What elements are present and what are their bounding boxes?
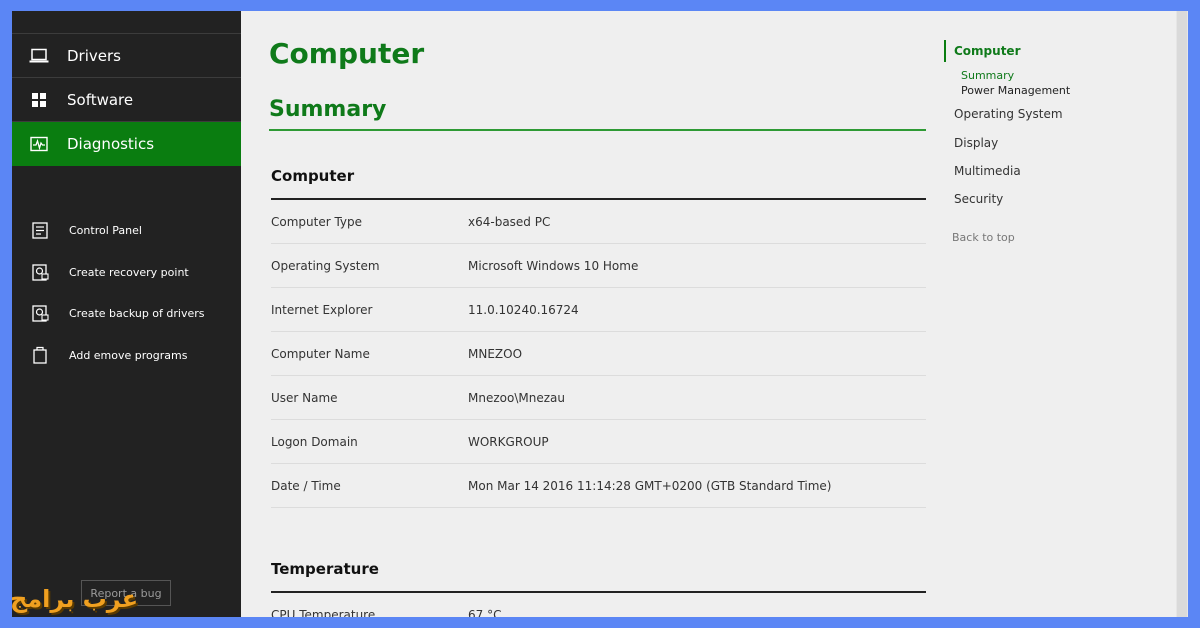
row-key: Logon Domain — [271, 434, 358, 449]
scrollbar-thumb[interactable] — [1177, 11, 1187, 617]
tool-create-recovery-point-label: Create recovery point — [69, 265, 189, 279]
nav-software-label: Software — [67, 90, 134, 109]
table-row: CPU Temperature 67 °C — [271, 593, 926, 618]
drive-restore-icon — [31, 263, 49, 281]
programs-box-icon — [31, 346, 49, 364]
row-value: MNEZOO — [468, 346, 523, 361]
tool-add-remove-programs[interactable]: Add emove programs — [12, 343, 241, 367]
nav-diagnostics-label: Diagnostics — [67, 135, 155, 153]
nav-diagnostics[interactable]: Diagnostics — [12, 122, 241, 166]
tool-create-backup-drivers-label: Create backup of drivers — [69, 306, 205, 320]
section-title: Summary — [269, 97, 387, 122]
tool-create-backup-drivers[interactable]: Create backup of drivers — [12, 301, 241, 325]
table-row: Operating System Microsoft Windows 10 Ho… — [271, 244, 926, 288]
toc-link-power-management[interactable]: Power Management — [961, 84, 1070, 97]
toc-link-summary[interactable]: Summary — [961, 69, 1014, 82]
table-row: Logon Domain WORKGROUP — [271, 420, 926, 464]
nav-software[interactable]: Software — [12, 78, 241, 122]
computer-info-table: Computer Type x64-based PC Operating Sys… — [271, 200, 926, 508]
control-panel-icon — [31, 221, 49, 239]
table-row: Date / Time Mon Mar 14 2016 11:14:28 GMT… — [271, 464, 926, 508]
sidebar: Drivers Software Diagnostics Control Pan… — [12, 11, 241, 617]
toc-link-security[interactable]: Security — [954, 192, 1003, 206]
toc-link-computer[interactable]: Computer — [954, 44, 1020, 58]
app-window: Drivers Software Diagnostics Control Pan… — [12, 11, 1188, 617]
toc-link-display[interactable]: Display — [954, 136, 998, 150]
toc-link-multimedia[interactable]: Multimedia — [954, 164, 1021, 178]
table-row: User Name Mnezoo\Mnezau — [271, 376, 926, 420]
tool-control-panel[interactable]: Control Panel — [12, 218, 241, 242]
drive-backup-icon — [31, 304, 49, 322]
tool-add-remove-programs-label: Add emove programs — [69, 348, 188, 362]
main-content: Computer Summary Computer Computer Type … — [241, 11, 1176, 617]
row-value: Mnezoo\Mnezau — [468, 390, 565, 405]
tool-create-recovery-point[interactable]: Create recovery point — [12, 260, 241, 284]
windows-grid-icon — [29, 90, 49, 110]
tool-control-panel-label: Control Panel — [69, 223, 142, 237]
row-value: Microsoft Windows 10 Home — [468, 258, 639, 273]
diagnostics-monitor-icon — [29, 134, 49, 154]
row-key: Operating System — [271, 258, 380, 273]
row-value: 67 °C — [468, 607, 502, 618]
row-value: Mon Mar 14 2016 11:14:28 GMT+0200 (GTB S… — [468, 478, 832, 493]
temperature-table: CPU Temperature 67 °C — [271, 593, 926, 618]
toc-link-operating-system[interactable]: Operating System — [954, 107, 1063, 121]
row-value: x64-based PC — [468, 214, 551, 229]
section-divider — [269, 129, 926, 131]
back-to-top-link[interactable]: Back to top — [952, 231, 1015, 244]
page-title: Computer — [269, 37, 425, 70]
row-key: Computer Name — [271, 346, 370, 361]
row-key: CPU Temperature — [271, 607, 376, 618]
table-row: Computer Name MNEZOO — [271, 332, 926, 376]
row-key: Internet Explorer — [271, 302, 373, 317]
row-key: Computer Type — [271, 214, 363, 229]
group-title-computer: Computer — [271, 167, 355, 185]
table-row: Computer Type x64-based PC — [271, 200, 926, 244]
brand-watermark: عرب برامج — [12, 585, 139, 613]
nav-drivers-label: Drivers — [67, 46, 121, 65]
row-key: User Name — [271, 390, 338, 405]
row-key: Date / Time — [271, 478, 341, 493]
toc-active-indicator — [944, 40, 946, 62]
table-row: Internet Explorer 11.0.10240.16724 — [271, 288, 926, 332]
row-value: WORKGROUP — [468, 434, 549, 449]
row-value: 11.0.10240.16724 — [468, 302, 579, 317]
nav-drivers[interactable]: Drivers — [12, 34, 241, 78]
laptop-icon — [29, 46, 49, 66]
group-title-temperature: Temperature — [271, 560, 379, 578]
